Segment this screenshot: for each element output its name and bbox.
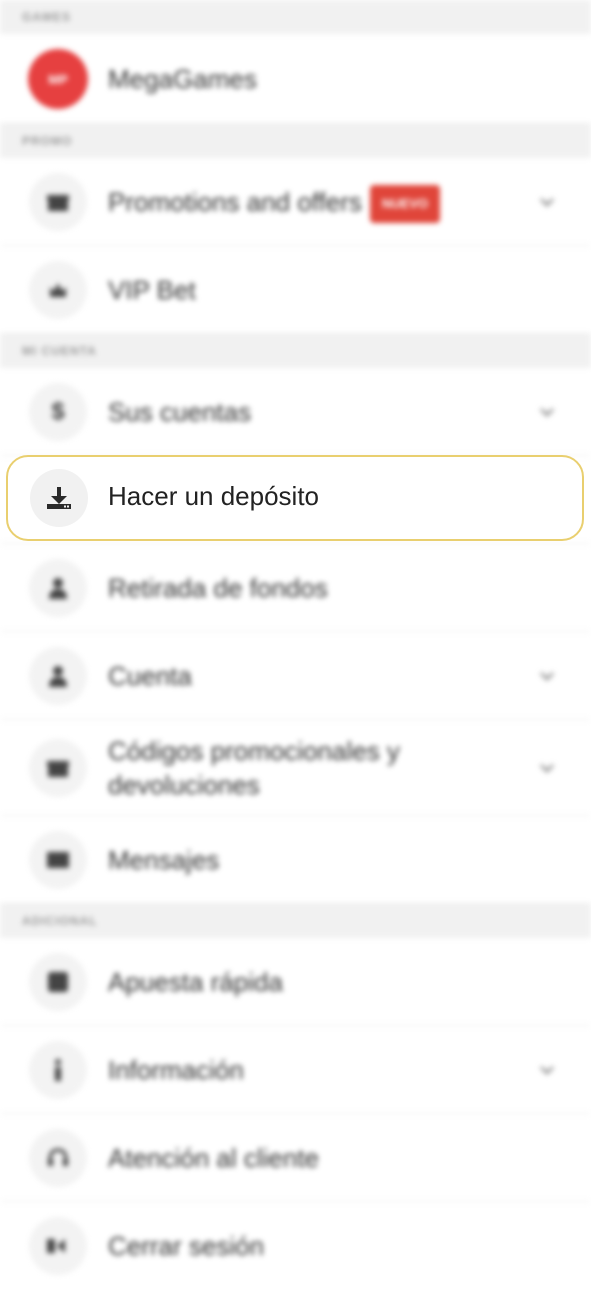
envelope-icon [29,831,87,889]
menu-item-label: Retirada de fondos [108,573,328,603]
info-icon [29,1041,87,1099]
chevron-down-icon[interactable] [537,402,557,422]
menu-item-profile[interactable]: Cuenta [0,632,591,720]
menu-item-label: Cuenta [108,661,192,691]
menu-item-accounts[interactable]: $ Sus cuentas [0,368,591,456]
menu-item-label: Sus cuentas [108,397,252,427]
menu-item-label: MegaGames [108,64,257,94]
logout-icon [29,1217,87,1275]
section-header-games: GAMES [0,0,591,34]
menu-item-label: VIP Bet [108,275,196,305]
menu-item-label: Información [108,1055,244,1085]
megagames-logo: MP [28,49,88,109]
menu-item-support[interactable]: Atención al cliente [0,1114,591,1202]
chevron-down-icon[interactable] [537,758,557,778]
menu-item-logout[interactable]: Cerrar sesión [0,1202,591,1290]
person-icon [29,559,87,617]
menu-item-promo-codes[interactable]: Códigos promocionales y devoluciones [0,720,591,816]
menu-item-quick-bet[interactable]: Apuesta rápida [0,938,591,1026]
menu-item-label: Cerrar sesión [108,1231,265,1261]
gift-icon [29,739,87,797]
section-header-promo: PROMO [0,124,591,158]
chevron-down-icon[interactable] [537,192,557,212]
menu-item-promotions[interactable]: Promotions and offers NUEVO [0,158,591,246]
menu-item-info[interactable]: Información [0,1026,591,1114]
menu-item-label: Códigos promocionales y devoluciones [108,736,400,800]
new-badge: NUEVO [369,185,441,224]
gift-icon [29,173,87,231]
menu-item-label: Apuesta rápida [108,967,283,997]
chevron-down-icon[interactable] [537,666,557,686]
menu-item-label: Hacer un depósito [108,481,320,511]
download-tray-icon [30,469,88,527]
menu-item-label: Atención al cliente [108,1143,320,1173]
menu-item-label: Promotions and offers NUEVO [108,185,441,224]
menu-item-withdraw[interactable]: Retirada de fondos [0,544,591,632]
menu-item-vip-bet[interactable]: VIP Bet [0,246,591,334]
crown-icon [29,261,87,319]
section-header-additional: ADICIONAL [0,904,591,938]
menu-item-deposit[interactable]: Hacer un depósito [6,455,584,541]
headset-icon [29,1129,87,1187]
menu-item-label: Mensajes [108,845,220,875]
chevron-down-icon[interactable] [537,1060,557,1080]
dollar-icon: $ [29,383,87,441]
person-icon [29,647,87,705]
section-header-account: MI CUENTA [0,334,591,368]
menu-item-messages[interactable]: Mensajes [0,816,591,904]
quick-bet-icon [29,953,87,1011]
menu-item-megagames[interactable]: MP MegaGames [0,34,591,124]
